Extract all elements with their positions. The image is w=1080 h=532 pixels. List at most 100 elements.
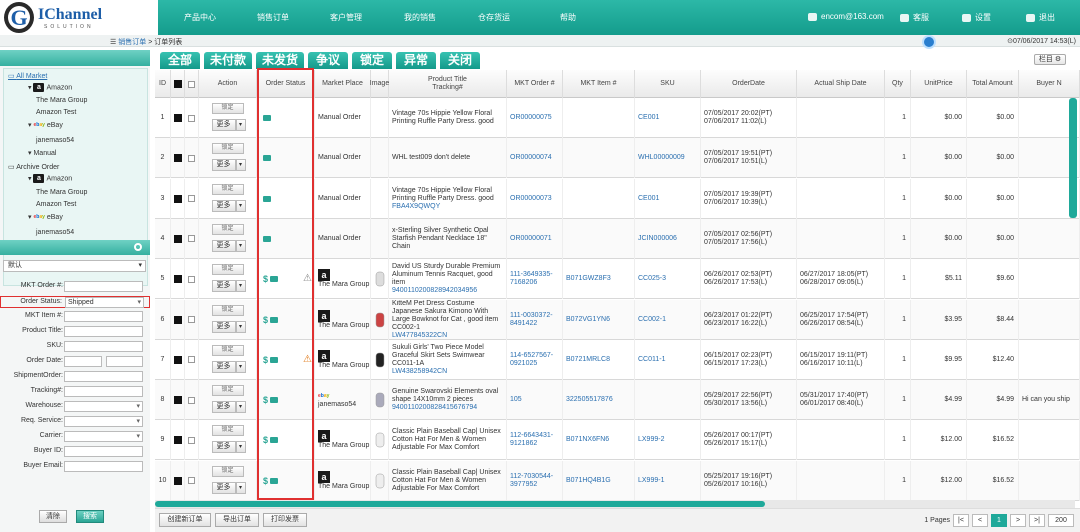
lock-button[interactable]: 锁定 xyxy=(211,304,244,316)
tree-ebay-2[interactable]: ▾ ebay eBay xyxy=(28,213,63,221)
tree-amazon-1[interactable]: ▾ a Amazon xyxy=(28,83,72,92)
more-button[interactable]: 更多 xyxy=(211,481,236,494)
column-header[interactable]: UnitPrice xyxy=(911,70,967,98)
logout-link[interactable]: 退出 xyxy=(1026,12,1055,23)
filter-input[interactable] xyxy=(64,386,143,397)
refresh-icon[interactable] xyxy=(922,35,936,49)
tree-mara-group-1[interactable]: The Mara Group xyxy=(36,97,87,104)
table-row[interactable]: 1 锁定 更多 ▾ Manual Order Vintage 70s Hippie Yel… xyxy=(155,98,1080,138)
column-header[interactable]: Order Status xyxy=(257,70,315,98)
column-header[interactable]: Actual Ship Date xyxy=(797,70,885,98)
sku-link[interactable]: CE001 xyxy=(638,195,659,203)
column-header[interactable]: Total Amount xyxy=(967,70,1019,98)
more-button[interactable]: 更多 xyxy=(211,119,236,131)
tree-amazon-2[interactable]: ▾ a Amazon xyxy=(28,174,72,183)
lock-button[interactable]: 锁定 xyxy=(211,385,244,397)
product-title[interactable]: WHL test009 don't delete xyxy=(392,154,470,161)
tree-mara-group-2[interactable]: The Mara Group xyxy=(36,189,87,196)
filter-input[interactable] xyxy=(64,281,143,292)
chevron-down-icon[interactable]: ▾ xyxy=(235,360,246,373)
create-order-button[interactable]: 创建新订单 xyxy=(159,513,211,527)
nav-sales-orders[interactable]: 销售订单 xyxy=(257,12,289,23)
row-checkbox[interactable] xyxy=(188,235,195,243)
mkt-order-link[interactable]: OR00000075 xyxy=(510,114,552,122)
table-row[interactable]: 7 锁定 更多 ▾ $ ⚠ a The Mara Group Sukuli Girls' Two… xyxy=(155,339,1080,380)
filter-input[interactable] xyxy=(64,326,143,337)
mkt-item-link[interactable]: B0721MRLC8 xyxy=(566,356,610,364)
filter-select[interactable] xyxy=(64,416,143,427)
product-image[interactable] xyxy=(373,429,387,451)
filter-preset-select[interactable]: 默认 ▾ xyxy=(3,260,146,272)
gear-icon[interactable] xyxy=(134,243,142,251)
next-page-button[interactable]: > xyxy=(1010,513,1026,527)
column-header[interactable]: SKU xyxy=(635,70,701,98)
nav-product-center[interactable]: 产品中心 xyxy=(184,12,216,23)
search-button[interactable]: 搜索 xyxy=(76,510,104,523)
more-button[interactable]: 更多 xyxy=(211,401,236,414)
mkt-order-link[interactable]: 111-0030372-8491422 xyxy=(510,312,562,328)
product-title[interactable]: Classic Plain Baseball Cap| Unisex Cotto… xyxy=(392,469,501,492)
row-checkbox[interactable] xyxy=(188,114,195,122)
column-header[interactable]: Action xyxy=(199,70,257,98)
chevron-down-icon[interactable]: ▾ xyxy=(235,481,246,494)
sku-link[interactable]: LX999-1 xyxy=(638,477,664,485)
scrollbar-thumb[interactable] xyxy=(155,501,765,507)
mkt-order-link[interactable]: 105 xyxy=(510,396,522,404)
horizontal-scrollbar[interactable] xyxy=(155,500,1075,508)
filter-input[interactable] xyxy=(64,311,143,322)
lock-button[interactable]: 锁定 xyxy=(211,223,244,235)
current-page[interactable]: 1 xyxy=(991,513,1007,527)
tree-ebay-1[interactable]: ▾ ebay eBay xyxy=(28,121,63,129)
tree-amazon-test-2[interactable]: Amazon Test xyxy=(36,201,76,208)
product-image[interactable] xyxy=(373,309,387,331)
breadcrumb-root[interactable]: 销售订单 xyxy=(118,39,146,46)
tracking-number[interactable]: LW477845322CN xyxy=(392,332,447,339)
lock-button[interactable]: 锁定 xyxy=(211,465,244,477)
more-button[interactable]: 更多 xyxy=(211,159,236,172)
mkt-order-link[interactable]: 111-3649335-7168206 xyxy=(510,271,562,287)
more-button[interactable]: 更多 xyxy=(211,280,236,293)
table-row[interactable]: 8 锁定 更多 ▾ $ ebay janemaso54 Genuine Swarovski E… xyxy=(155,380,1080,421)
column-header[interactable]: Qty xyxy=(885,70,911,98)
tab-exception[interactable]: 异常 xyxy=(396,52,436,69)
tree-janemaso-2[interactable]: janemaso54 xyxy=(36,229,74,236)
tab-unpaid[interactable]: 未付款 xyxy=(204,52,252,69)
column-header[interactable] xyxy=(171,70,185,98)
table-row[interactable]: 10 锁定 更多 ▾ $ a The Mara Group Classic Plain Bas… xyxy=(155,460,1080,501)
tree-manual[interactable]: ▾ Manual xyxy=(28,149,56,157)
row-checkbox[interactable] xyxy=(188,396,195,404)
nav-customer-mgmt[interactable]: 客户管理 xyxy=(330,12,362,23)
table-row[interactable]: 9 锁定 更多 ▾ $ a The Mara Group Classic Plain Base… xyxy=(155,420,1080,461)
columns-button[interactable]: 栏目 ⚙ xyxy=(1034,54,1066,65)
lock-button[interactable]: 锁定 xyxy=(211,183,244,195)
row-checkbox[interactable] xyxy=(188,477,195,485)
menu-icon[interactable]: ☰ xyxy=(110,39,116,46)
more-button[interactable]: 更多 xyxy=(211,239,236,252)
sku-link[interactable]: JCIN000006 xyxy=(638,235,677,243)
mkt-item-link[interactable]: B071NX6FN6 xyxy=(566,436,609,444)
table-row[interactable]: 2 锁定 更多 ▾ Manual Order WHL test009 don't dele… xyxy=(155,138,1080,179)
mkt-order-link[interactable]: 114-6527567-0921025 xyxy=(510,352,562,368)
sku-link[interactable]: CE001 xyxy=(638,114,659,122)
product-image[interactable] xyxy=(373,470,387,492)
chevron-down-icon[interactable]: ▾ xyxy=(235,159,246,172)
lock-button[interactable]: 锁定 xyxy=(211,344,244,356)
sku-link[interactable]: CC011-1 xyxy=(638,356,666,364)
filter-select[interactable] xyxy=(64,431,143,442)
lock-button[interactable]: 锁定 xyxy=(211,425,244,437)
tracking-number[interactable]: 9400110200828415676794 xyxy=(392,404,477,411)
sku-link[interactable]: LX999-2 xyxy=(638,436,664,444)
tree-amazon-test-1[interactable]: Amazon Test xyxy=(36,109,76,116)
tracking-number[interactable]: LW438258942CN xyxy=(392,368,447,375)
export-orders-button[interactable]: 导出订单 xyxy=(215,513,259,527)
column-header[interactable]: Product Title Tracking# xyxy=(389,70,507,98)
tracking-number[interactable]: FBA4X9QWQY xyxy=(392,203,440,210)
chevron-down-icon[interactable]: ▾ xyxy=(235,199,246,212)
chevron-down-icon[interactable]: ▾ xyxy=(235,320,246,333)
chevron-down-icon[interactable]: ▾ xyxy=(235,280,246,293)
settings-link[interactable]: 设置 xyxy=(962,12,991,23)
row-checkbox[interactable] xyxy=(188,154,195,162)
product-image[interactable] xyxy=(373,389,387,411)
product-image[interactable] xyxy=(373,268,387,290)
mkt-item-link[interactable]: B071HQ4B1G xyxy=(566,477,611,485)
